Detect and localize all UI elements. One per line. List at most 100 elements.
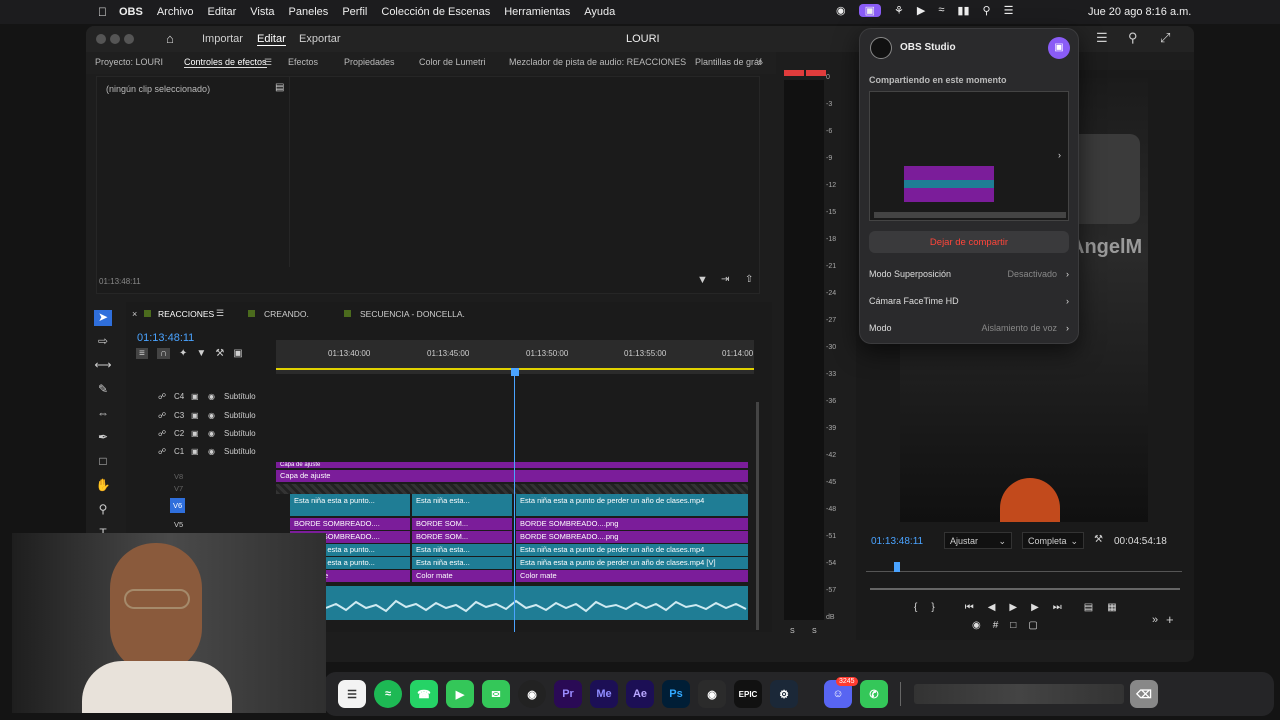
zoom-window-button[interactable] bbox=[124, 34, 134, 44]
facetime-app-icon[interactable]: ▶ bbox=[446, 680, 474, 708]
playhead-handle[interactable] bbox=[511, 368, 519, 376]
overlay-mode-row[interactable]: Modo Superposición Desactivado › bbox=[869, 269, 1069, 283]
lift-icon[interactable]: ▤ bbox=[1084, 602, 1093, 613]
tab-graphics-templates[interactable]: Plantillas de gráf bbox=[695, 57, 762, 67]
clip-color-mate-a[interactable]: e bbox=[320, 570, 410, 582]
lock-icon[interactable]: ☍ bbox=[158, 411, 166, 420]
tab-importar[interactable]: Importar bbox=[202, 33, 243, 45]
control-center-icon[interactable]: ☰ bbox=[1004, 4, 1014, 17]
clip-v6-a[interactable]: Esta niña esta a punto... bbox=[290, 494, 410, 516]
spotify-app-icon[interactable]: ≈ bbox=[374, 680, 402, 708]
go-to-in-icon[interactable]: ⏮ bbox=[965, 602, 974, 613]
captions-icon[interactable]: ▣ bbox=[233, 348, 242, 359]
tab-exportar[interactable]: Exportar bbox=[299, 33, 341, 45]
clip-color-mate-b[interactable]: Color mate bbox=[412, 570, 512, 582]
premiere-app-icon[interactable]: Pr bbox=[554, 680, 582, 708]
workspaces-icon[interactable]: ☰ bbox=[1096, 30, 1108, 46]
eye-icon[interactable]: ◉ bbox=[208, 447, 215, 456]
search-panel-icon[interactable]: ⚲ bbox=[1128, 30, 1138, 46]
share-icon[interactable]: ⇧ bbox=[745, 274, 753, 285]
menu-editar[interactable]: Editar bbox=[208, 6, 237, 18]
playhead[interactable] bbox=[514, 372, 515, 632]
epic-games-app-icon[interactable]: EPIC bbox=[734, 680, 762, 708]
tab-lumetri-color[interactable]: Color de Lumetri bbox=[419, 57, 486, 67]
clip-v5-c[interactable]: BORDE SOMBREADO....png bbox=[516, 518, 748, 530]
shared-screen-thumbnail[interactable]: › bbox=[869, 91, 1069, 221]
phone-app-icon[interactable]: ✆ bbox=[860, 680, 888, 708]
screen-share-toggle-button[interactable]: ▣ bbox=[1048, 37, 1070, 59]
sequence-menu-icon[interactable]: ☰ bbox=[216, 308, 224, 319]
menu-archivo[interactable]: Archivo bbox=[157, 6, 194, 18]
home-icon[interactable]: ⌂ bbox=[166, 31, 174, 46]
razor-icon[interactable]: ✎ bbox=[94, 382, 112, 398]
gamepad-icon[interactable]: ⚘ bbox=[894, 4, 904, 17]
captions-toggle-icon[interactable]: ▣ bbox=[191, 447, 199, 456]
sequence-tab-creando[interactable]: CREANDO. bbox=[264, 309, 309, 319]
track-select-icon[interactable]: ⇨ bbox=[94, 334, 112, 350]
clip-v5-a[interactable]: BORDE SOMBREADO.... bbox=[290, 518, 410, 530]
tab-audio-mixer[interactable]: Mezclador de pista de audio: REACCIONES bbox=[509, 57, 686, 67]
extract-icon[interactable]: ▦ bbox=[1107, 602, 1116, 613]
settings-wrench-icon[interactable]: ⚒ bbox=[1094, 534, 1103, 545]
battery-icon[interactable]: ▮▮ bbox=[957, 4, 969, 17]
more-controls-icon[interactable]: » bbox=[1152, 614, 1158, 626]
photoshop-app-icon[interactable]: Ps bbox=[662, 680, 690, 708]
whatsapp-app-icon[interactable]: ☎ bbox=[410, 680, 438, 708]
add-button-icon[interactable]: + bbox=[1166, 612, 1174, 627]
lock-icon[interactable]: ☍ bbox=[158, 447, 166, 456]
timeline-scrollbar[interactable] bbox=[756, 402, 759, 630]
wifi-icon[interactable]: ≈ bbox=[938, 4, 944, 17]
clip-adjustment-layer[interactable]: Capa de ajuste bbox=[276, 470, 748, 482]
menu-vista[interactable]: Vista bbox=[250, 6, 274, 18]
more-tabs-icon[interactable]: » bbox=[758, 57, 763, 67]
lock-icon[interactable]: ☍ bbox=[158, 429, 166, 438]
clip-v6-c[interactable]: Esta niña esta a punto de perder un año … bbox=[516, 494, 748, 516]
clip-adjustment-layer-top[interactable]: Capa de ajuste bbox=[276, 462, 748, 468]
menu-perfil[interactable]: Perfil bbox=[342, 6, 367, 18]
steam-app-icon[interactable]: ⚙ bbox=[770, 680, 798, 708]
track-target-v6[interactable]: V6 bbox=[170, 498, 186, 513]
safe-margins-icon[interactable]: ▢ bbox=[1028, 620, 1037, 631]
lock-icon[interactable]: ☍ bbox=[158, 392, 166, 401]
eye-icon[interactable]: ◉ bbox=[208, 392, 215, 401]
settings-wrench-icon[interactable]: ⚒ bbox=[215, 348, 224, 359]
audio-clip-waveform[interactable] bbox=[325, 586, 748, 620]
clock[interactable]: Jue 20 ago 8:16 a.m. bbox=[1088, 6, 1191, 18]
tab-editar[interactable]: Editar bbox=[257, 33, 286, 46]
panel-menu-icon[interactable]: ☰ bbox=[264, 57, 272, 68]
vr-icon[interactable]: □ bbox=[1010, 620, 1016, 631]
panel-toggle-icon[interactable]: ▤ bbox=[275, 82, 284, 93]
menu-ayuda[interactable]: Ayuda bbox=[584, 6, 615, 18]
play-status-icon[interactable]: ▶ bbox=[917, 4, 925, 17]
solo-left-button[interactable]: S bbox=[790, 628, 795, 635]
mic-mode-row[interactable]: Modo Aislamiento de voz › bbox=[869, 323, 1069, 337]
export-frame-icon[interactable]: ⇥ bbox=[721, 274, 729, 285]
menu-herramientas[interactable]: Herramientas bbox=[504, 6, 570, 18]
eye-icon[interactable]: ◉ bbox=[208, 411, 215, 420]
camera-icon[interactable]: ◉ bbox=[972, 620, 981, 631]
sequence-tab-reacciones[interactable]: REACCIONES bbox=[158, 309, 214, 319]
mark-in-icon[interactable]: { bbox=[914, 602, 917, 613]
clip-v3-b[interactable]: Esta niña esta... bbox=[412, 544, 512, 556]
clip-v3-c[interactable]: Esta niña esta a punto de perder un año … bbox=[516, 544, 748, 556]
filter-icon[interactable]: ▼ bbox=[697, 274, 708, 286]
menu-coleccion-escenas[interactable]: Colección de Escenas bbox=[381, 6, 490, 18]
obs-status-icon[interactable]: ◉ bbox=[836, 4, 846, 17]
rectangle-icon[interactable]: □ bbox=[94, 454, 112, 470]
menu-paneles[interactable]: Paneles bbox=[289, 6, 329, 18]
tab-effect-controls[interactable]: Controles de efectos bbox=[184, 57, 267, 68]
menu-app-obs[interactable]: OBS bbox=[119, 6, 143, 18]
fit-dropdown[interactable]: Ajustar ⌄ bbox=[944, 532, 1012, 549]
messages-app-icon[interactable]: ✉ bbox=[482, 680, 510, 708]
insert-nest-icon[interactable]: ≡ bbox=[136, 348, 148, 359]
add-marker-icon[interactable]: ▼ bbox=[196, 348, 206, 359]
close-window-button[interactable] bbox=[96, 34, 106, 44]
after-effects-app-icon[interactable]: Ae bbox=[626, 680, 654, 708]
clip-v2-b[interactable]: Esta niña esta... bbox=[412, 557, 512, 569]
pen-icon[interactable]: ✒ bbox=[94, 430, 112, 446]
step-back-icon[interactable]: ◀ bbox=[988, 602, 996, 613]
clip-v2-c[interactable]: Esta niña esta a punto de perder un año … bbox=[516, 557, 748, 569]
clip-v6-b[interactable]: Esta niña esta... bbox=[412, 494, 512, 516]
search-icon[interactable]: ⚲ bbox=[983, 4, 991, 17]
obs-app-icon[interactable]: ◉ bbox=[518, 680, 546, 708]
